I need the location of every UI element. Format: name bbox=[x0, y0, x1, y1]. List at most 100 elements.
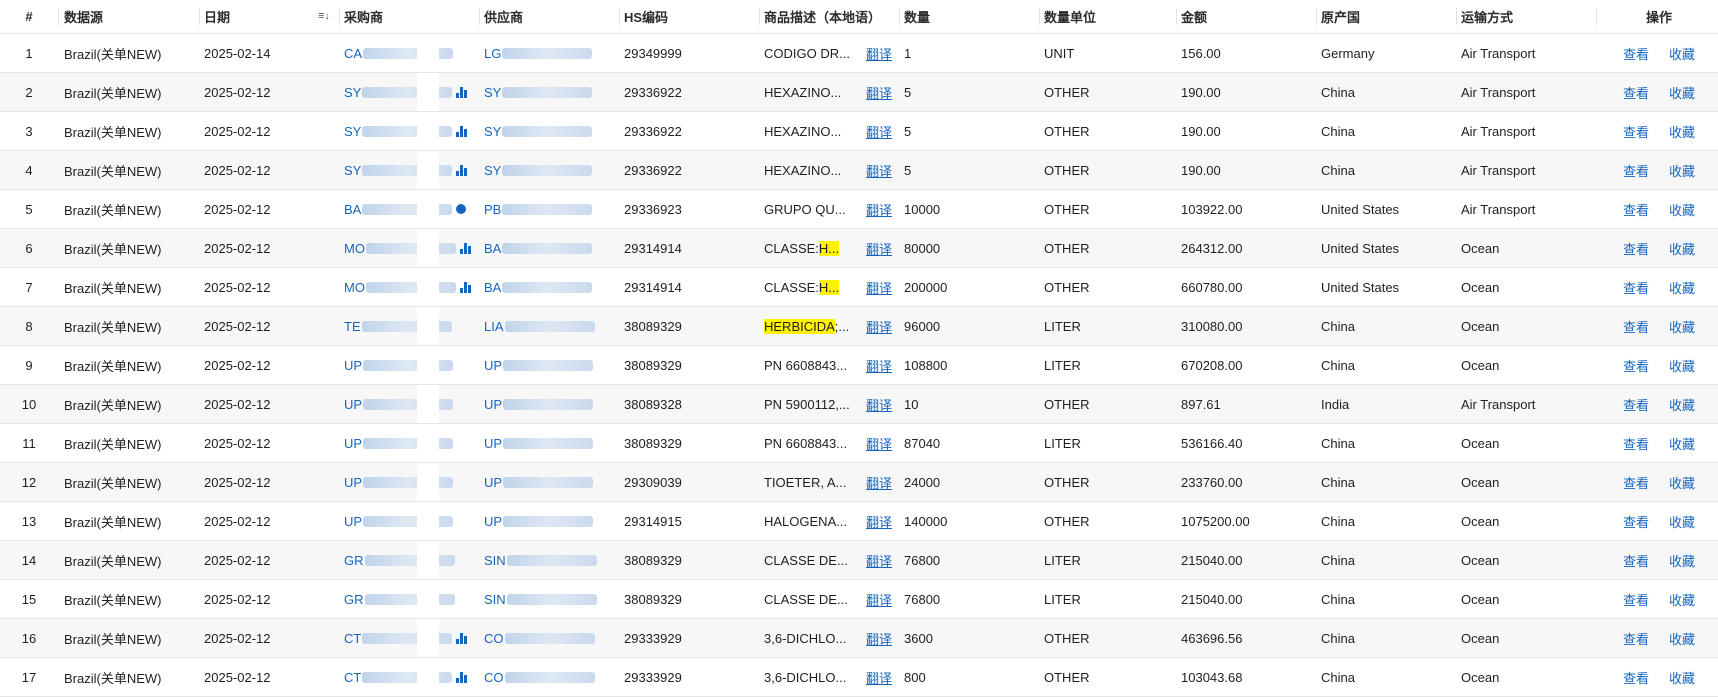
view-button[interactable]: 查看 bbox=[1623, 668, 1649, 687]
favorite-button[interactable]: 收藏 bbox=[1669, 356, 1695, 375]
supplier-link[interactable]: UP bbox=[484, 346, 619, 384]
translate-button[interactable]: 翻译 bbox=[866, 122, 892, 141]
buyer-name[interactable]: SY bbox=[344, 85, 361, 100]
buyer-name[interactable]: CA bbox=[344, 46, 362, 61]
buyer-name[interactable]: UP bbox=[344, 397, 362, 412]
favorite-button[interactable]: 收藏 bbox=[1669, 239, 1695, 258]
supplier-link[interactable]: SY bbox=[484, 151, 619, 189]
translate-link[interactable]: 翻译 bbox=[866, 619, 898, 657]
translate-link[interactable]: 翻译 bbox=[866, 268, 898, 306]
supplier-link[interactable]: UP bbox=[484, 463, 619, 501]
translate-link[interactable]: 翻译 bbox=[866, 463, 898, 501]
company-icon[interactable] bbox=[456, 125, 468, 137]
view-button[interactable]: 查看 bbox=[1623, 395, 1649, 414]
translate-button[interactable]: 翻译 bbox=[866, 161, 892, 180]
buyer-name[interactable]: SY bbox=[344, 163, 361, 178]
supplier-link[interactable]: PB bbox=[484, 190, 619, 228]
supplier-link[interactable]: LIA bbox=[484, 307, 619, 345]
translate-link[interactable]: 翻译 bbox=[866, 151, 898, 189]
supplier-name[interactable]: SY bbox=[484, 163, 501, 178]
translate-button[interactable]: 翻译 bbox=[866, 200, 892, 219]
buyer-link[interactable]: MO bbox=[344, 229, 479, 267]
translate-link[interactable]: 翻译 bbox=[866, 34, 898, 72]
column-divider[interactable] bbox=[479, 8, 480, 25]
buyer-link[interactable]: GR bbox=[344, 580, 479, 618]
translate-button[interactable]: 翻译 bbox=[866, 590, 892, 609]
supplier-link[interactable]: SY bbox=[484, 73, 619, 111]
buyer-name[interactable]: MO bbox=[344, 241, 365, 256]
column-divider[interactable] bbox=[199, 8, 200, 25]
column-divider[interactable] bbox=[1039, 8, 1040, 25]
translate-button[interactable]: 翻译 bbox=[866, 83, 892, 102]
favorite-button[interactable]: 收藏 bbox=[1669, 44, 1695, 63]
supplier-link[interactable]: SIN bbox=[484, 580, 619, 618]
column-divider[interactable] bbox=[1596, 8, 1597, 25]
company-icon[interactable] bbox=[459, 281, 471, 293]
translate-button[interactable]: 翻译 bbox=[866, 356, 892, 375]
favorite-button[interactable]: 收藏 bbox=[1669, 317, 1695, 336]
view-button[interactable]: 查看 bbox=[1623, 317, 1649, 336]
view-button[interactable]: 查看 bbox=[1623, 512, 1649, 531]
buyer-link[interactable]: TE bbox=[344, 307, 479, 345]
supplier-name[interactable]: UP bbox=[484, 358, 502, 373]
supplier-name[interactable]: CO bbox=[484, 670, 504, 685]
supplier-name[interactable]: LIA bbox=[484, 319, 504, 334]
favorite-button[interactable]: 收藏 bbox=[1669, 629, 1695, 648]
view-button[interactable]: 查看 bbox=[1623, 83, 1649, 102]
supplier-link[interactable]: BA bbox=[484, 268, 619, 306]
translate-button[interactable]: 翻译 bbox=[866, 551, 892, 570]
buyer-link[interactable]: SY bbox=[344, 73, 479, 111]
translate-button[interactable]: 翻译 bbox=[866, 668, 892, 687]
favorite-button[interactable]: 收藏 bbox=[1669, 512, 1695, 531]
buyer-link[interactable]: CA bbox=[344, 34, 479, 72]
supplier-link[interactable]: CO bbox=[484, 619, 619, 657]
column-divider[interactable] bbox=[1316, 8, 1317, 25]
column-divider[interactable] bbox=[759, 8, 760, 25]
supplier-link[interactable]: UP bbox=[484, 385, 619, 423]
buyer-name[interactable]: CT bbox=[344, 670, 361, 685]
translate-button[interactable]: 翻译 bbox=[866, 317, 892, 336]
buyer-name[interactable]: BA bbox=[344, 202, 361, 217]
favorite-button[interactable]: 收藏 bbox=[1669, 590, 1695, 609]
view-button[interactable]: 查看 bbox=[1623, 239, 1649, 258]
supplier-link[interactable]: SIN bbox=[484, 541, 619, 579]
view-button[interactable]: 查看 bbox=[1623, 590, 1649, 609]
translate-button[interactable]: 翻译 bbox=[866, 629, 892, 648]
buyer-name[interactable]: UP bbox=[344, 514, 362, 529]
buyer-name[interactable]: UP bbox=[344, 436, 362, 451]
translate-link[interactable]: 翻译 bbox=[866, 73, 898, 111]
translate-button[interactable]: 翻译 bbox=[866, 239, 892, 258]
sort-descending-icon[interactable]: ≡↓ bbox=[318, 10, 330, 22]
translate-link[interactable]: 翻译 bbox=[866, 385, 898, 423]
buyer-name[interactable]: MO bbox=[344, 280, 365, 295]
favorite-button[interactable]: 收藏 bbox=[1669, 161, 1695, 180]
favorite-button[interactable]: 收藏 bbox=[1669, 122, 1695, 141]
company-icon[interactable] bbox=[456, 632, 468, 644]
translate-link[interactable]: 翻译 bbox=[866, 307, 898, 345]
view-button[interactable]: 查看 bbox=[1623, 356, 1649, 375]
buyer-link[interactable]: BA bbox=[344, 190, 479, 228]
translate-link[interactable]: 翻译 bbox=[866, 229, 898, 267]
translate-button[interactable]: 翻译 bbox=[866, 278, 892, 297]
translate-button[interactable]: 翻译 bbox=[866, 434, 892, 453]
column-divider[interactable] bbox=[619, 8, 620, 25]
supplier-name[interactable]: UP bbox=[484, 475, 502, 490]
view-button[interactable]: 查看 bbox=[1623, 473, 1649, 492]
company-icon[interactable] bbox=[456, 671, 468, 683]
translate-link[interactable]: 翻译 bbox=[866, 190, 898, 228]
supplier-name[interactable]: BA bbox=[484, 241, 501, 256]
translate-link[interactable]: 翻译 bbox=[866, 346, 898, 384]
buyer-link[interactable]: UP bbox=[344, 424, 479, 462]
translate-button[interactable]: 翻译 bbox=[866, 44, 892, 63]
buyer-link[interactable]: CT bbox=[344, 619, 479, 657]
supplier-name[interactable]: SY bbox=[484, 124, 501, 139]
supplier-name[interactable]: SIN bbox=[484, 592, 506, 607]
supplier-name[interactable]: PB bbox=[484, 202, 501, 217]
supplier-link[interactable]: UP bbox=[484, 502, 619, 540]
column-divider[interactable] bbox=[339, 8, 340, 25]
view-button[interactable]: 查看 bbox=[1623, 161, 1649, 180]
column-divider[interactable] bbox=[899, 8, 900, 25]
company-icon[interactable] bbox=[456, 86, 468, 98]
buyer-name[interactable]: UP bbox=[344, 475, 362, 490]
supplier-name[interactable]: UP bbox=[484, 436, 502, 451]
